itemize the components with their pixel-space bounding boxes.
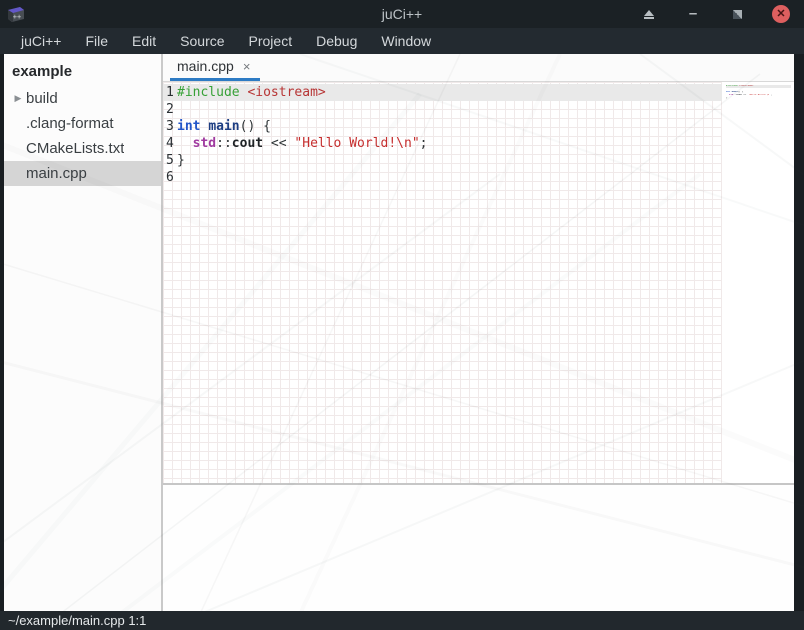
menu-item-source[interactable]: Source [169,30,235,52]
line-number: 4 [163,135,177,152]
tree-item-label: .clang-format [26,115,114,132]
titlebar[interactable]: ++ juCi++ – ✕ [0,0,804,28]
menu-item-file[interactable]: File [74,30,119,52]
code-line-2[interactable]: 2 [163,101,722,118]
editor: 1#include <iostream>23int main() {4 std:… [163,82,794,483]
content: example ▶build .clang-format CMakeLists.tx… [0,54,804,611]
eject-icon [644,10,654,19]
tree-item-main-cpp[interactable]: main.cpp [4,161,161,186]
code-lines: 1#include <iostream>23int main() {4 std:… [163,84,722,186]
code-line-5[interactable]: 5} [163,152,722,169]
window-controls: – ✕ [640,5,804,23]
statusbar: ~/example/main.cpp 1:1 [0,611,804,630]
code-text: int main() { [177,118,271,135]
code-line-1[interactable]: 1#include <iostream> [163,84,722,101]
maximize-button[interactable] [728,5,746,23]
file-tree: example ▶build .clang-format CMakeLists.tx… [4,54,161,611]
line-number: 6 [163,169,177,186]
app-window: ++ juCi++ – ✕ juCi++FileEditSourceProjec… [0,0,804,630]
code-editor[interactable]: 1#include <iostream>23int main() {4 std:… [163,82,722,483]
code-text: std::cout << "Hello World!\n"; [177,135,427,152]
code-line-6[interactable]: 6 [163,169,722,186]
line-number: 5 [163,152,177,169]
menu-item-juci-[interactable]: juCi++ [10,30,72,52]
maximize-restore-icon [733,10,742,19]
tree-item-label: main.cpp [26,165,87,182]
editor-pane: main.cpp × 1#include <iostream>23int mai… [163,54,794,611]
close-button[interactable]: ✕ [772,5,790,23]
menubar: juCi++FileEditSourceProjectDebugWindow [0,28,804,54]
tab-close-icon[interactable]: × [243,60,251,73]
close-icon: ✕ [772,5,790,23]
code-line-4[interactable]: 4 std::cout << "Hello World!\n"; [163,135,722,152]
tree-item-cmakelists-txt[interactable]: CMakeLists.txt [4,136,161,161]
line-number: 3 [163,118,177,135]
minimap-content: #include <iostream>int main() { std::cou… [726,85,791,102]
minimize-button[interactable]: – [684,5,702,23]
rollup-button[interactable] [640,5,658,23]
app-icon: ++ [5,4,27,24]
code-text: #include <iostream> [177,84,326,101]
status-file-position: ~/example/main.cpp 1:1 [8,614,146,627]
menu-item-project[interactable]: Project [238,30,304,52]
tree-item-label: build [26,90,58,107]
tabbar: main.cpp × [163,54,794,82]
menu-item-window[interactable]: Window [370,30,442,52]
expander-icon[interactable]: ▶ [10,93,26,104]
menu-item-debug[interactable]: Debug [305,30,368,52]
project-root-label: example [4,59,161,86]
tab-main-cpp[interactable]: main.cpp × [170,54,260,81]
window-border-right[interactable] [794,54,804,611]
tree-item--clang-format[interactable]: .clang-format [4,111,161,136]
terminal-panel[interactable] [163,485,794,611]
tree-item-build[interactable]: ▶build [4,86,161,111]
line-number: 2 [163,101,177,118]
code-text: } [177,152,185,169]
code-line-3[interactable]: 3int main() { [163,118,722,135]
file-tree-items: ▶build .clang-format CMakeLists.txt main.cp… [4,86,161,186]
svg-text:++: ++ [13,13,21,21]
minimap[interactable]: #include <iostream>int main() { std::cou… [722,82,794,483]
minimap-line [726,99,791,102]
minimize-icon: – [689,9,697,19]
tab-label: main.cpp [177,58,234,74]
line-number: 1 [163,84,177,101]
menu-item-edit[interactable]: Edit [121,30,167,52]
tree-item-label: CMakeLists.txt [26,140,124,157]
